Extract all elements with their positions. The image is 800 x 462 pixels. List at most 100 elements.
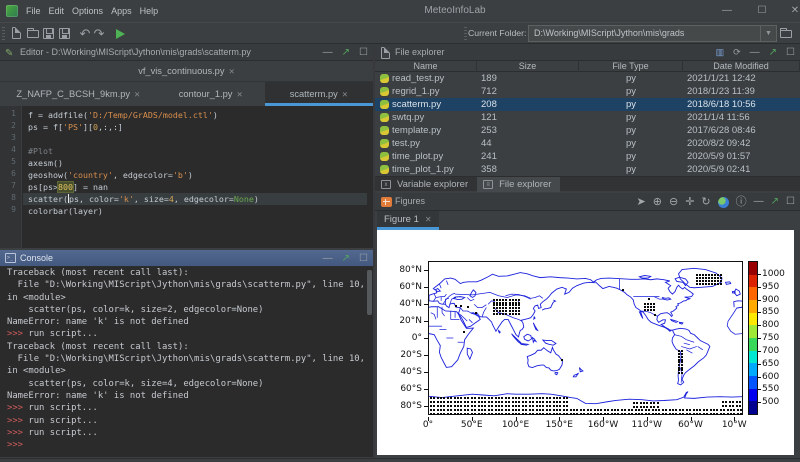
editor-tab-vf_vis_continuous.py[interactable]: vf_vis_continuous.py✕ bbox=[0, 61, 373, 81]
column-header-size[interactable]: Size bbox=[477, 61, 579, 72]
scatter-dot bbox=[433, 405, 435, 407]
scatter-dot bbox=[740, 413, 742, 415]
zoom-out-icon[interactable]: ⊖ bbox=[669, 194, 678, 210]
menu-edit[interactable]: Edit bbox=[45, 0, 69, 22]
x-axis-label: 60°W bbox=[669, 420, 713, 430]
browse-folder-button[interactable] bbox=[778, 26, 794, 42]
figure-tab[interactable]: Figure 1✕ bbox=[377, 211, 439, 230]
scatter-dot bbox=[699, 283, 701, 285]
code-area[interactable]: 123456789 f = addfile('D:/Temp/GrADS/mod… bbox=[0, 106, 373, 248]
figures-maximize-icon[interactable]: ☐ bbox=[786, 194, 795, 210]
editor-tab-scatterm.py[interactable]: scatterm.py✕ bbox=[265, 82, 373, 106]
console-maximize-icon[interactable]: ☐ bbox=[359, 250, 368, 267]
save-button[interactable] bbox=[41, 26, 57, 42]
console-line: >>> bbox=[7, 439, 373, 451]
file-explorer-minimize-icon[interactable]: — bbox=[750, 44, 760, 61]
column-header-file-type[interactable]: File Type bbox=[579, 61, 683, 72]
editor-maximize-icon[interactable]: ☐ bbox=[359, 44, 368, 61]
figure-tab-close-icon[interactable]: ✕ bbox=[425, 215, 432, 224]
scatter-dot bbox=[652, 413, 654, 415]
file-row-read_test.py[interactable]: read_test.py189py2021/1/21 12:42 bbox=[375, 72, 800, 85]
save-as-button[interactable] bbox=[57, 26, 73, 42]
scatter-dot bbox=[696, 409, 698, 411]
tab-close-icon[interactable]: ✕ bbox=[134, 90, 140, 99]
globe-icon[interactable] bbox=[718, 197, 729, 208]
file-row-test.py[interactable]: test.py44py2020/8/2 09:42 bbox=[375, 137, 800, 150]
figures-float-icon[interactable]: ↗ bbox=[771, 194, 779, 210]
scatter-dot bbox=[505, 304, 507, 306]
menu-file[interactable]: File bbox=[22, 0, 45, 22]
scatter-dot bbox=[471, 397, 473, 399]
scatter-dot bbox=[437, 409, 439, 411]
file-explorer-maximize-icon[interactable]: ☐ bbox=[786, 44, 795, 61]
rotate-icon[interactable]: ↻ bbox=[701, 194, 710, 210]
select-cursor-icon[interactable]: ➤ bbox=[637, 194, 646, 210]
scatter-dot bbox=[440, 401, 442, 403]
console-minimize-icon[interactable]: — bbox=[323, 250, 333, 267]
figures-minimize-icon[interactable]: — bbox=[754, 194, 764, 210]
current-folder-combo[interactable]: D:\Working\MIScript\Jython\mis\grads▼ bbox=[528, 25, 777, 42]
colorbar-segment bbox=[749, 313, 757, 326]
scatter-dot bbox=[450, 405, 452, 407]
file-row-scatterm.py[interactable]: scatterm.py208py2018/6/18 10:56 bbox=[375, 98, 800, 111]
editor-float-icon[interactable]: ↗ bbox=[342, 44, 350, 61]
new-doc-icon[interactable]: ▥ bbox=[716, 44, 725, 61]
menu-options[interactable]: Options bbox=[68, 0, 107, 22]
column-header-date-modified[interactable]: Date Modified bbox=[683, 61, 800, 72]
zoom-in-icon[interactable]: ⊕ bbox=[653, 194, 662, 210]
file-explorer-float-icon[interactable]: ↗ bbox=[769, 44, 777, 61]
colorbar-tick bbox=[758, 389, 761, 390]
scatter-dot bbox=[512, 310, 514, 312]
run-script-button[interactable] bbox=[112, 26, 128, 42]
open-file-button[interactable] bbox=[25, 26, 41, 42]
code-line: colorbar(layer) bbox=[23, 205, 367, 217]
y-axis-tick bbox=[424, 270, 428, 271]
file-row-time_plot.py[interactable]: time_plot.py241py2020/5/9 01:57 bbox=[375, 150, 800, 163]
file-row-template.py[interactable]: template.py253py2017/6/28 08:46 bbox=[375, 124, 800, 137]
scatter-dot bbox=[546, 409, 548, 411]
tab-close-icon[interactable]: ✕ bbox=[342, 90, 348, 99]
explorer-tab-file-explorer[interactable]: ≡File explorer bbox=[477, 177, 560, 192]
console-output[interactable]: Traceback (most recent call last): File … bbox=[0, 267, 373, 457]
new-file-button[interactable] bbox=[9, 26, 25, 42]
line-number-gutter: 123456789 bbox=[0, 106, 22, 248]
y-axis-tick bbox=[424, 304, 428, 305]
editor-tab-Z_NAFP_C_BCSH_9km.py[interactable]: Z_NAFP_C_BCSH_9km.py✕ bbox=[0, 82, 157, 106]
info-icon[interactable]: ⓘ bbox=[736, 194, 747, 210]
column-header-name[interactable]: Name bbox=[375, 61, 477, 72]
console-float-icon[interactable]: ↗ bbox=[342, 250, 350, 267]
explorer-tab-variable-explorer[interactable]: xVariable explorer bbox=[375, 177, 477, 192]
redo-button[interactable]: ↷ bbox=[91, 26, 107, 42]
scatter-dot bbox=[457, 397, 459, 399]
window-minimize-button[interactable]: — bbox=[712, 0, 742, 22]
editor-tab-contour_1.py[interactable]: contour_1.py✕ bbox=[157, 82, 265, 106]
scatter-dot bbox=[720, 409, 722, 411]
figure-canvas[interactable]: 80°N60°N40°N20°N0°20°S40°S60°S80°S0°50°E… bbox=[377, 230, 794, 455]
figure-tab-row: Figure 1✕ bbox=[375, 211, 800, 230]
menu-bar: FileEditOptionsAppsHelp bbox=[22, 0, 162, 22]
scatter-dot bbox=[647, 309, 649, 311]
tab-close-icon[interactable]: ✕ bbox=[229, 67, 235, 76]
editor-minimize-icon[interactable]: — bbox=[323, 44, 333, 61]
code-token: ps, color= bbox=[69, 194, 119, 204]
console-line: >>> run script... bbox=[7, 427, 373, 439]
window-close-button[interactable]: ✕ bbox=[780, 0, 800, 22]
tab-close-icon[interactable]: ✕ bbox=[236, 90, 242, 99]
scatter-dot bbox=[713, 409, 715, 411]
map-plot-box bbox=[428, 261, 743, 415]
file-row-regrid_1.py[interactable]: regrid_1.py712py2018/1/23 11:39 bbox=[375, 85, 800, 98]
console-text: NameError: name 'k' is not defined bbox=[7, 391, 189, 401]
menu-help[interactable]: Help bbox=[136, 0, 163, 22]
file-row-swtq.py[interactable]: swtq.py121py2021/1/4 11:56 bbox=[375, 111, 800, 124]
combo-dropdown-icon[interactable]: ▼ bbox=[760, 26, 776, 41]
scatter-dot bbox=[708, 280, 710, 282]
python-file-icon bbox=[380, 113, 389, 122]
console-scrollbar[interactable] bbox=[367, 270, 372, 315]
scatter-dot bbox=[460, 409, 462, 411]
window-maximize-button[interactable]: ☐ bbox=[747, 0, 777, 22]
scatter-dot bbox=[645, 409, 647, 411]
menu-apps[interactable]: Apps bbox=[107, 0, 136, 22]
file-row-time_plot_1.py[interactable]: time_plot_1.py358py2020/5/9 02:41 bbox=[375, 163, 800, 176]
pan-icon[interactable]: ✛ bbox=[685, 194, 694, 210]
refresh-icon[interactable]: ⟳ bbox=[733, 44, 741, 61]
